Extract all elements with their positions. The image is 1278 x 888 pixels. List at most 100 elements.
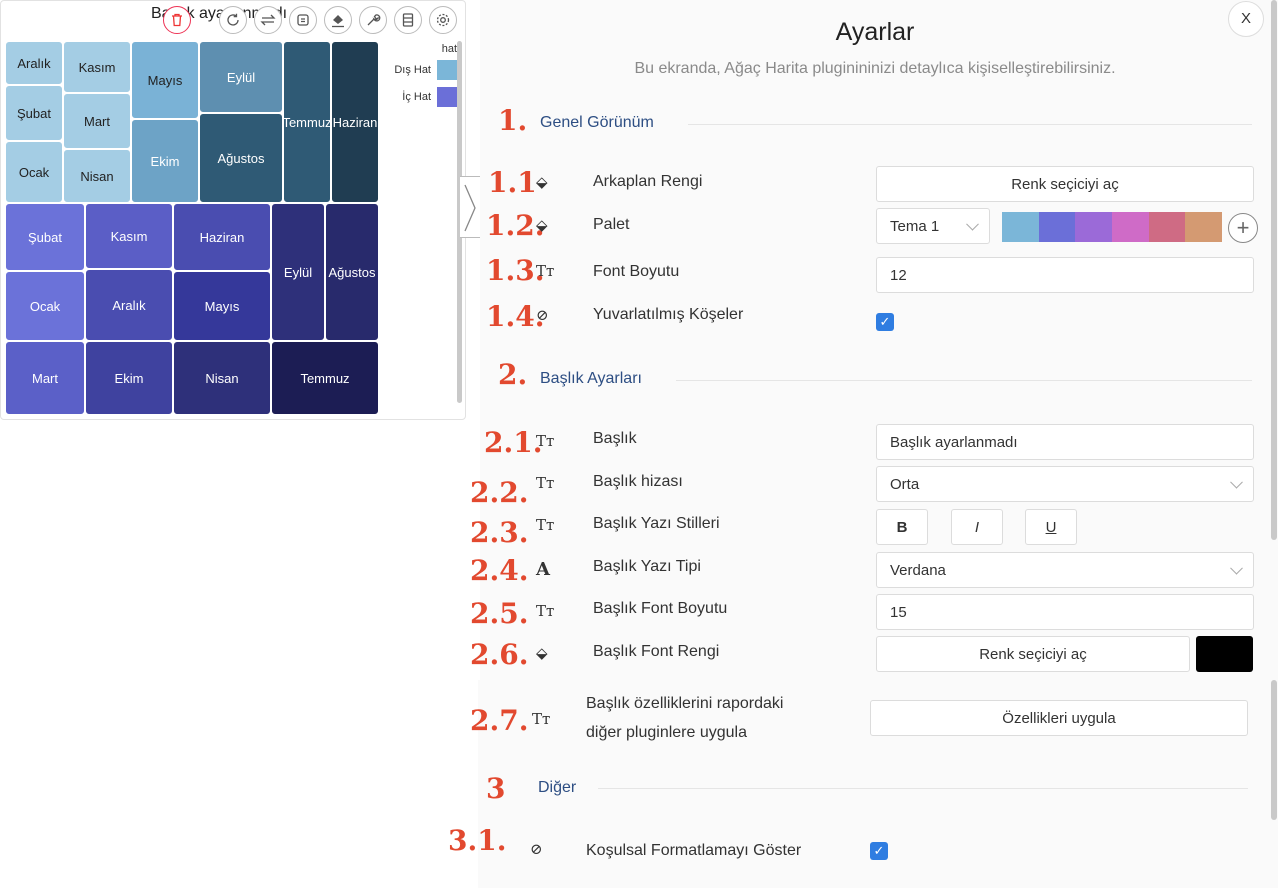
chevron-right-icon (464, 184, 476, 232)
section-divider (688, 124, 1252, 125)
treemap-cell[interactable]: Ağustos (199, 113, 283, 203)
add-color-icon[interactable]: + (1228, 213, 1258, 243)
apply-properties-button[interactable]: Özellikleri uygula (870, 700, 1248, 736)
collapse-panel-button[interactable] (460, 176, 482, 238)
row-number: 2.7. (470, 704, 529, 737)
legend-swatch (437, 87, 457, 107)
row-label: Başlık Font Boyutu (593, 600, 728, 617)
underline-button[interactable]: U (1025, 509, 1077, 545)
title-align-value: Orta (890, 475, 920, 493)
treemap-cell[interactable]: Eylül (271, 203, 325, 341)
row-label: Palet (593, 216, 630, 233)
font-size-icon: Tт (536, 602, 555, 620)
treemap-cell[interactable]: Aralık (85, 269, 173, 341)
treemap-cell[interactable]: Temmuz (271, 341, 379, 415)
treemap-cell[interactable]: Kasım (85, 203, 173, 269)
settings-scrollbar[interactable] (1271, 0, 1277, 540)
swap-icon[interactable] (254, 6, 282, 34)
table-icon[interactable] (394, 6, 422, 34)
font-size-icon: Tт (532, 710, 551, 728)
treemap-cell[interactable]: Ocak (5, 271, 85, 341)
background-color-button[interactable]: Renk seçiciyi aç (876, 166, 1254, 202)
row-label: Font Boyutu (593, 263, 680, 280)
chevron-down-icon (1230, 561, 1243, 575)
settings-scrollbar-lower[interactable] (1271, 680, 1277, 820)
legend-label: Dış Hat (394, 64, 431, 76)
paint-bucket-icon: ⬙ (536, 173, 548, 191)
treemap-cell[interactable]: Haziran (173, 203, 271, 271)
treemap-panel: Başlık ayarlanmadı Aralık Kasım Mayıs Ey… (0, 0, 466, 420)
legend-label: İç Hat (402, 91, 431, 103)
treemap-cell[interactable]: Ekim (131, 119, 199, 203)
treemap: Aralık Kasım Mayıs Eylül Temmuz Haziran … (5, 41, 381, 415)
row-label: Başlık hizası (593, 473, 683, 490)
italic-button[interactable]: I (951, 509, 1003, 545)
row-number: 2.6. (470, 638, 529, 671)
treemap-cell[interactable]: Şubat (5, 85, 63, 141)
treemap-cell[interactable]: Mayıs (173, 271, 271, 341)
trash-icon[interactable] (163, 6, 191, 34)
settings-title: Ayarlar (835, 18, 915, 46)
treemap-cell[interactable]: Nisan (63, 149, 131, 203)
legend-swatch (437, 60, 457, 80)
treemap-cell[interactable]: Ekim (85, 341, 173, 415)
paint-bucket-icon[interactable] (324, 6, 352, 34)
treemap-cell[interactable]: Ağustos (325, 203, 379, 341)
palette-select[interactable]: Tema 1 (876, 208, 990, 244)
row-label: Başlık Yazı Tipi (593, 558, 701, 575)
refresh-icon[interactable] (219, 6, 247, 34)
conditional-format-checkbox[interactable]: ✓ (870, 842, 888, 860)
title-color-button[interactable]: Renk seçiciyi aç (876, 636, 1190, 672)
paint-bucket-icon: ⬙ (536, 644, 548, 662)
font-face-value: Verdana (890, 561, 946, 579)
row-number: 1.1 (488, 166, 537, 199)
wrench-icon[interactable] (359, 6, 387, 34)
font-icon: A (536, 559, 550, 580)
close-button[interactable]: X (1228, 1, 1264, 37)
treemap-cell[interactable]: Haziran (331, 41, 379, 203)
treemap-cell[interactable]: Nisan (173, 341, 271, 415)
section-title: Genel Görünüm (540, 114, 654, 131)
palette-swatch (1075, 212, 1113, 242)
paint-bucket-icon: ⬙ (536, 216, 548, 234)
treemap-cell[interactable]: Kasım (63, 41, 131, 93)
copy-icon[interactable] (289, 6, 317, 34)
row-label: Başlık Yazı Stilleri (593, 515, 720, 532)
title-input[interactable]: Başlık ayarlanmadı (876, 424, 1254, 460)
title-color-swatch[interactable] (1196, 636, 1253, 672)
legend-item[interactable]: İç Hat (402, 87, 457, 107)
treemap-cell[interactable]: Mayıs (131, 41, 199, 119)
font-face-select[interactable]: Verdana (876, 552, 1254, 588)
row-label: Başlık Font Rengi (593, 643, 720, 660)
bold-button[interactable]: B (876, 509, 928, 545)
treemap-cell[interactable]: Mart (5, 341, 85, 415)
eye-off-icon: ⊘ (536, 306, 549, 324)
font-size-input[interactable]: 12 (876, 257, 1254, 293)
row-label: Başlık (593, 430, 637, 447)
gear-icon[interactable] (429, 6, 457, 34)
treemap-cell[interactable]: Eylül (199, 41, 283, 113)
title-align-select[interactable]: Orta (876, 466, 1254, 502)
legend-item[interactable]: Dış Hat (394, 60, 457, 80)
treemap-cell[interactable]: Ocak (5, 141, 63, 203)
row-number: 3.1. (448, 824, 507, 857)
treemap-cell[interactable]: Şubat (5, 203, 85, 271)
treemap-cell[interactable]: Mart (63, 93, 131, 149)
palette-swatch (1148, 212, 1186, 242)
rounded-corners-checkbox[interactable]: ✓ (876, 313, 894, 331)
apply-label-line2: diğer pluginlere uygula (586, 724, 747, 741)
row-number: 2.4. (470, 554, 529, 587)
row-label: Koşulsal Formatlamayı Göster (586, 842, 802, 859)
legend-title: hat (441, 43, 457, 55)
section-divider (676, 380, 1252, 381)
settings-panel-continued: 2.7. Tт Başlık özelliklerini rapordaki d… (448, 680, 1277, 888)
palette-swatches[interactable] (1002, 212, 1223, 242)
palette-swatch (1112, 212, 1149, 242)
apply-label-line1: Başlık özelliklerini rapordaki (586, 695, 784, 712)
font-size-icon: Tт (536, 432, 555, 450)
section-divider (598, 788, 1248, 789)
treemap-cell[interactable]: Aralık (5, 41, 63, 85)
title-font-size-input[interactable]: 15 (876, 594, 1254, 630)
settings-subtitle: Bu ekranda, Ağaç Harita pluginininizi de… (634, 60, 1116, 77)
treemap-cell[interactable]: Temmuz (283, 41, 331, 203)
